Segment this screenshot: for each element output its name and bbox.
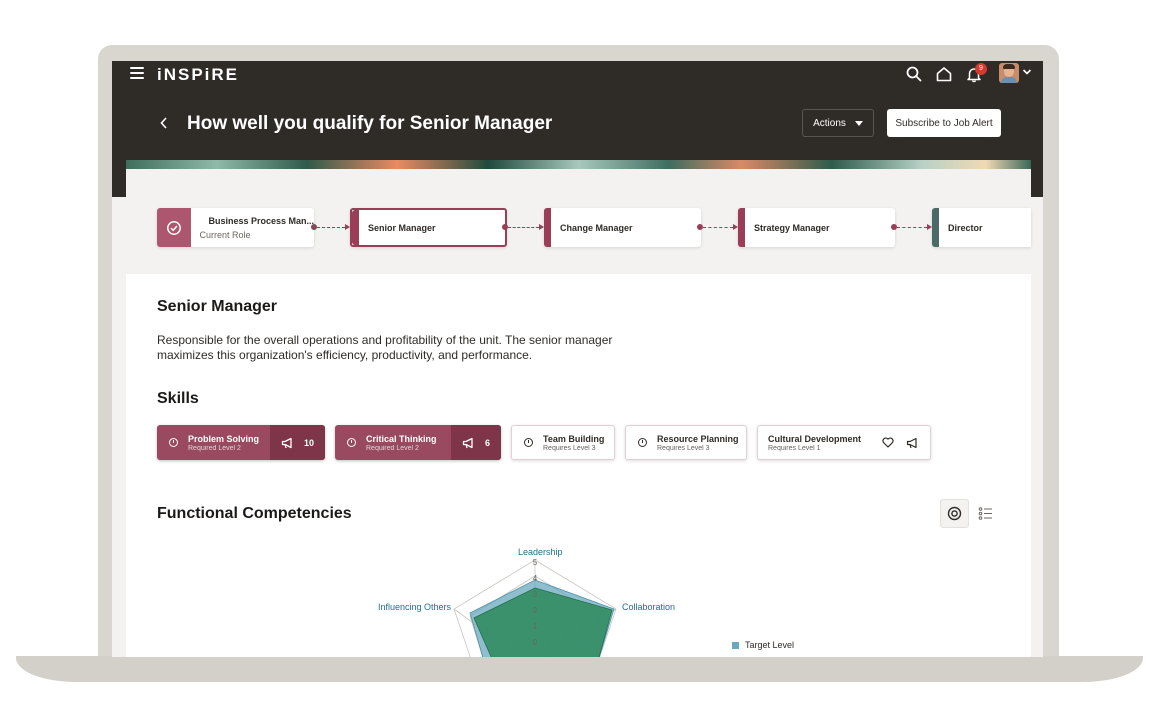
hamburger-menu-icon[interactable] <box>130 67 144 79</box>
connector-line <box>317 227 345 228</box>
chevron-down-icon[interactable] <box>1022 68 1032 76</box>
app-logo[interactable]: iNSPiRE <box>157 65 239 85</box>
skill-chip-team-building[interactable]: Team Building Requires Level 3 <box>511 425 615 460</box>
home-icon[interactable] <box>935 65 953 83</box>
radar-tick: 4 <box>533 574 538 583</box>
radar-tick: 5 <box>533 558 538 567</box>
heart-icon[interactable] <box>882 437 894 448</box>
role-description: Responsible for the overall operations a… <box>157 333 613 362</box>
megaphone-icon[interactable] <box>281 437 294 449</box>
career-step-change-manager[interactable]: Change Manager <box>544 208 701 247</box>
radar-tick: 1 <box>533 622 538 631</box>
info-icon <box>169 438 178 447</box>
skill-requirement: Requires Level 3 <box>543 444 596 452</box>
radar-chart: 5 4 3 2 1 0 <box>453 558 617 657</box>
career-step-strategy-manager[interactable]: Strategy Manager <box>738 208 895 247</box>
search-icon[interactable] <box>905 65 923 83</box>
career-path: Business Process Man... Current Role Sen… <box>126 169 1031 274</box>
step-accent-bar <box>352 210 359 245</box>
subscribe-job-alert-button[interactable]: Subscribe to Job Alert <box>887 109 1001 137</box>
skill-name: Team Building <box>543 433 605 444</box>
list-icon <box>978 507 992 520</box>
skill-name: Problem Solving <box>188 433 260 444</box>
current-role-title: Business Process Man... <box>208 215 314 226</box>
radar-axis-label-influencing-others: Influencing Others <box>378 602 452 612</box>
career-step-label: Strategy Manager <box>754 222 830 233</box>
radar-axis-label-leadership: Leadership <box>518 547 563 557</box>
skill-requirement: Requires Level 1 <box>768 444 821 452</box>
actions-menu-button[interactable]: Actions <box>802 109 874 137</box>
page-title: How well you qualify for Senior Manager <box>187 113 553 134</box>
career-step-label: Director <box>948 222 983 233</box>
current-role-subtitle: Current Role <box>199 229 251 240</box>
endorsement-count: 6 <box>484 437 490 448</box>
megaphone-icon[interactable] <box>906 437 919 449</box>
caret-down-icon <box>854 120 863 126</box>
role-title: Senior Manager <box>157 298 278 315</box>
actions-label: Actions <box>813 117 846 129</box>
endorsement-count: 10 <box>303 437 314 448</box>
content-card: Business Process Man... Current Role Sen… <box>126 160 1031 657</box>
skill-chip-problem-solving[interactable]: Problem Solving Required Level 2 10 <box>157 425 325 460</box>
chart-view-toggle[interactable] <box>940 499 969 528</box>
skill-chip-cultural-development[interactable]: Cultural Development Requires Level 1 <box>757 425 931 460</box>
competencies-heading: Functional Competencies <box>157 505 352 522</box>
info-icon <box>638 438 647 447</box>
decorative-banner <box>126 160 1031 169</box>
career-step-senior-manager[interactable]: Senior Manager <box>350 208 507 247</box>
connector-line <box>508 227 539 228</box>
back-chevron-icon[interactable] <box>159 116 169 131</box>
app-screen: iNSPiRE 9 How well you qualify for Senio… <box>112 61 1043 657</box>
radar-axis-label-collaboration: Collaboration <box>622 602 676 612</box>
legend-label: Target Level <box>745 640 795 650</box>
skill-requirement: Required Level 2 <box>188 444 241 452</box>
megaphone-icon[interactable] <box>462 437 475 449</box>
skill-requirement: Required Level 2 <box>366 444 419 452</box>
skill-requirement: Requires Level 3 <box>657 444 710 452</box>
connector-line <box>897 227 927 228</box>
legend-swatch <box>732 641 739 649</box>
skill-name: Cultural Development <box>768 433 862 444</box>
connector-line <box>703 227 733 228</box>
career-step-label: Senior Manager <box>368 222 436 233</box>
career-step-current[interactable]: Business Process Man... Current Role <box>157 208 314 247</box>
skill-name: Critical Thinking <box>366 433 437 444</box>
notification-badge: 9 <box>975 63 987 75</box>
target-icon <box>947 506 962 521</box>
skill-chip-resource-planning[interactable]: Resource Planning Requires Level 3 <box>625 425 747 460</box>
step-accent-bar <box>738 208 745 247</box>
user-avatar[interactable] <box>999 63 1019 83</box>
radar-tick: 2 <box>533 606 538 615</box>
skill-chip-critical-thinking[interactable]: Critical Thinking Required Level 2 6 <box>335 425 501 460</box>
list-view-toggle[interactable] <box>971 499 1000 528</box>
skill-name: Resource Planning <box>657 433 739 444</box>
info-icon <box>524 438 533 447</box>
laptop-base <box>16 656 1143 682</box>
step-accent-bar <box>932 208 939 247</box>
radar-series-current <box>473 587 613 657</box>
info-icon <box>347 438 356 447</box>
career-step-director[interactable]: Director <box>932 208 1031 247</box>
skills-heading: Skills <box>157 390 199 407</box>
check-circle-icon <box>157 208 192 247</box>
chart-legend: Target Level <box>732 640 794 650</box>
radar-tick: 0 <box>533 638 538 647</box>
career-step-label: Change Manager <box>560 222 633 233</box>
radar-tick: 3 <box>533 590 538 599</box>
step-accent-bar <box>544 208 551 247</box>
